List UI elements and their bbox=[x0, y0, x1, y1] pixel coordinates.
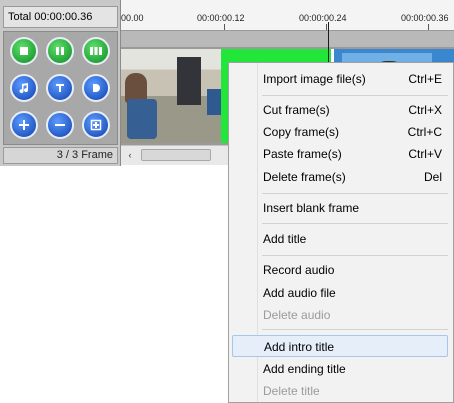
menu-item-cut-frame[interactable]: Cut frame(s) Ctrl+X bbox=[232, 99, 448, 121]
menu-item-copy-frame[interactable]: Copy frame(s) Ctrl+C bbox=[232, 121, 448, 143]
add-frame-button[interactable] bbox=[10, 111, 38, 139]
menu-item-add-audio-file[interactable]: Add audio file bbox=[232, 282, 448, 304]
tick-label: 00:00:00.36 bbox=[401, 13, 449, 23]
menu-item-label: Add audio file bbox=[263, 286, 336, 300]
menu-item-add-ending-title[interactable]: Add ending title bbox=[232, 358, 448, 380]
zoom-icon bbox=[90, 119, 102, 131]
menu-item-label: Copy frame(s) bbox=[263, 125, 340, 139]
menu-item-paste-frame[interactable]: Paste frame(s) Ctrl+V bbox=[232, 143, 448, 165]
menu-item-label: Delete frame(s) bbox=[263, 170, 346, 184]
menu-item-label: Record audio bbox=[263, 263, 335, 277]
menu-item-label: Add intro title bbox=[264, 340, 335, 354]
title-t-icon bbox=[56, 84, 64, 92]
title-button[interactable] bbox=[46, 74, 74, 102]
tick-mark bbox=[326, 24, 327, 30]
frame-thumbnail[interactable] bbox=[121, 49, 221, 143]
menu-item-label: Insert blank frame bbox=[263, 201, 360, 215]
total-duration: Total 00:00:00.36 bbox=[3, 6, 118, 28]
menu-item-label: Import image file(s) bbox=[263, 72, 366, 86]
menu-item-import-image[interactable]: Import image file(s) Ctrl+E bbox=[232, 68, 448, 90]
music-note-icon bbox=[19, 83, 29, 94]
frame-detail bbox=[177, 57, 201, 105]
menu-item-delete-audio[interactable]: Delete audio bbox=[232, 304, 448, 326]
menu-separator bbox=[262, 193, 448, 194]
stop-icon bbox=[20, 47, 28, 55]
pause-button[interactable] bbox=[46, 37, 74, 65]
menu-item-label: Delete title bbox=[263, 384, 320, 398]
control-button-grid bbox=[3, 31, 118, 145]
menu-item-shortcut: Ctrl+E bbox=[408, 72, 442, 86]
tick-label: 00.00 bbox=[121, 13, 144, 23]
menu-item-shortcut: Ctrl+X bbox=[408, 103, 442, 117]
menu-separator bbox=[262, 255, 448, 256]
menu-item-record-audio[interactable]: Record audio bbox=[232, 259, 448, 281]
menu-item-label: Add title bbox=[263, 232, 307, 246]
frame-counter: 3 / 3 Frame bbox=[3, 147, 118, 164]
scroll-left-arrow-icon[interactable]: ‹ bbox=[123, 148, 137, 162]
menu-item-label: Add ending title bbox=[263, 362, 346, 376]
tick-label: 00:00:00.24 bbox=[299, 13, 347, 23]
stop-button[interactable] bbox=[10, 37, 38, 65]
control-panel: Total 00:00:00.36 3 / 3 Frame bbox=[0, 0, 121, 166]
title-d-icon bbox=[93, 84, 100, 92]
menu-separator bbox=[262, 223, 448, 224]
menu-item-label: Delete audio bbox=[263, 308, 331, 322]
tick-label: 00:00:00.12 bbox=[197, 13, 245, 23]
menu-item-shortcut: Del bbox=[423, 170, 442, 184]
menu-item-add-title[interactable]: Add title bbox=[232, 228, 448, 250]
menu-item-label: Paste frame(s) bbox=[263, 147, 342, 161]
timeline-ruler[interactable]: 00.00 00:00:00.12 00:00:00.24 00:00:00.3… bbox=[121, 0, 454, 31]
zoom-button[interactable] bbox=[82, 111, 110, 139]
frame-detail bbox=[207, 89, 221, 115]
menu-item-insert-blank-frame[interactable]: Insert blank frame bbox=[232, 197, 448, 219]
tick-mark bbox=[224, 24, 225, 30]
frame-detail bbox=[127, 99, 157, 139]
menu-item-delete-frame[interactable]: Delete frame(s) Del bbox=[232, 166, 448, 188]
pause-icon bbox=[56, 47, 64, 55]
menu-item-add-intro-title[interactable]: Add intro title bbox=[232, 335, 448, 357]
scroll-thumb[interactable] bbox=[141, 149, 211, 161]
minus-icon bbox=[55, 124, 65, 126]
plus-icon bbox=[19, 120, 29, 130]
remove-frame-button[interactable] bbox=[46, 111, 74, 139]
menu-separator bbox=[262, 329, 448, 330]
audio-button[interactable] bbox=[10, 74, 38, 102]
menu-item-shortcut: Ctrl+C bbox=[407, 125, 442, 139]
menu-item-delete-title[interactable]: Delete title bbox=[232, 380, 448, 402]
menu-separator bbox=[262, 95, 448, 96]
subtitle-button[interactable] bbox=[82, 74, 110, 102]
tick-mark bbox=[428, 24, 429, 30]
timeline-track bbox=[121, 31, 454, 47]
context-menu: Import image file(s) Ctrl+E Cut frame(s)… bbox=[228, 62, 454, 403]
triple-bar-icon bbox=[90, 47, 102, 55]
menu-item-label: Cut frame(s) bbox=[263, 103, 330, 117]
frames-button[interactable] bbox=[82, 37, 110, 65]
menu-item-shortcut: Ctrl+V bbox=[408, 147, 442, 161]
